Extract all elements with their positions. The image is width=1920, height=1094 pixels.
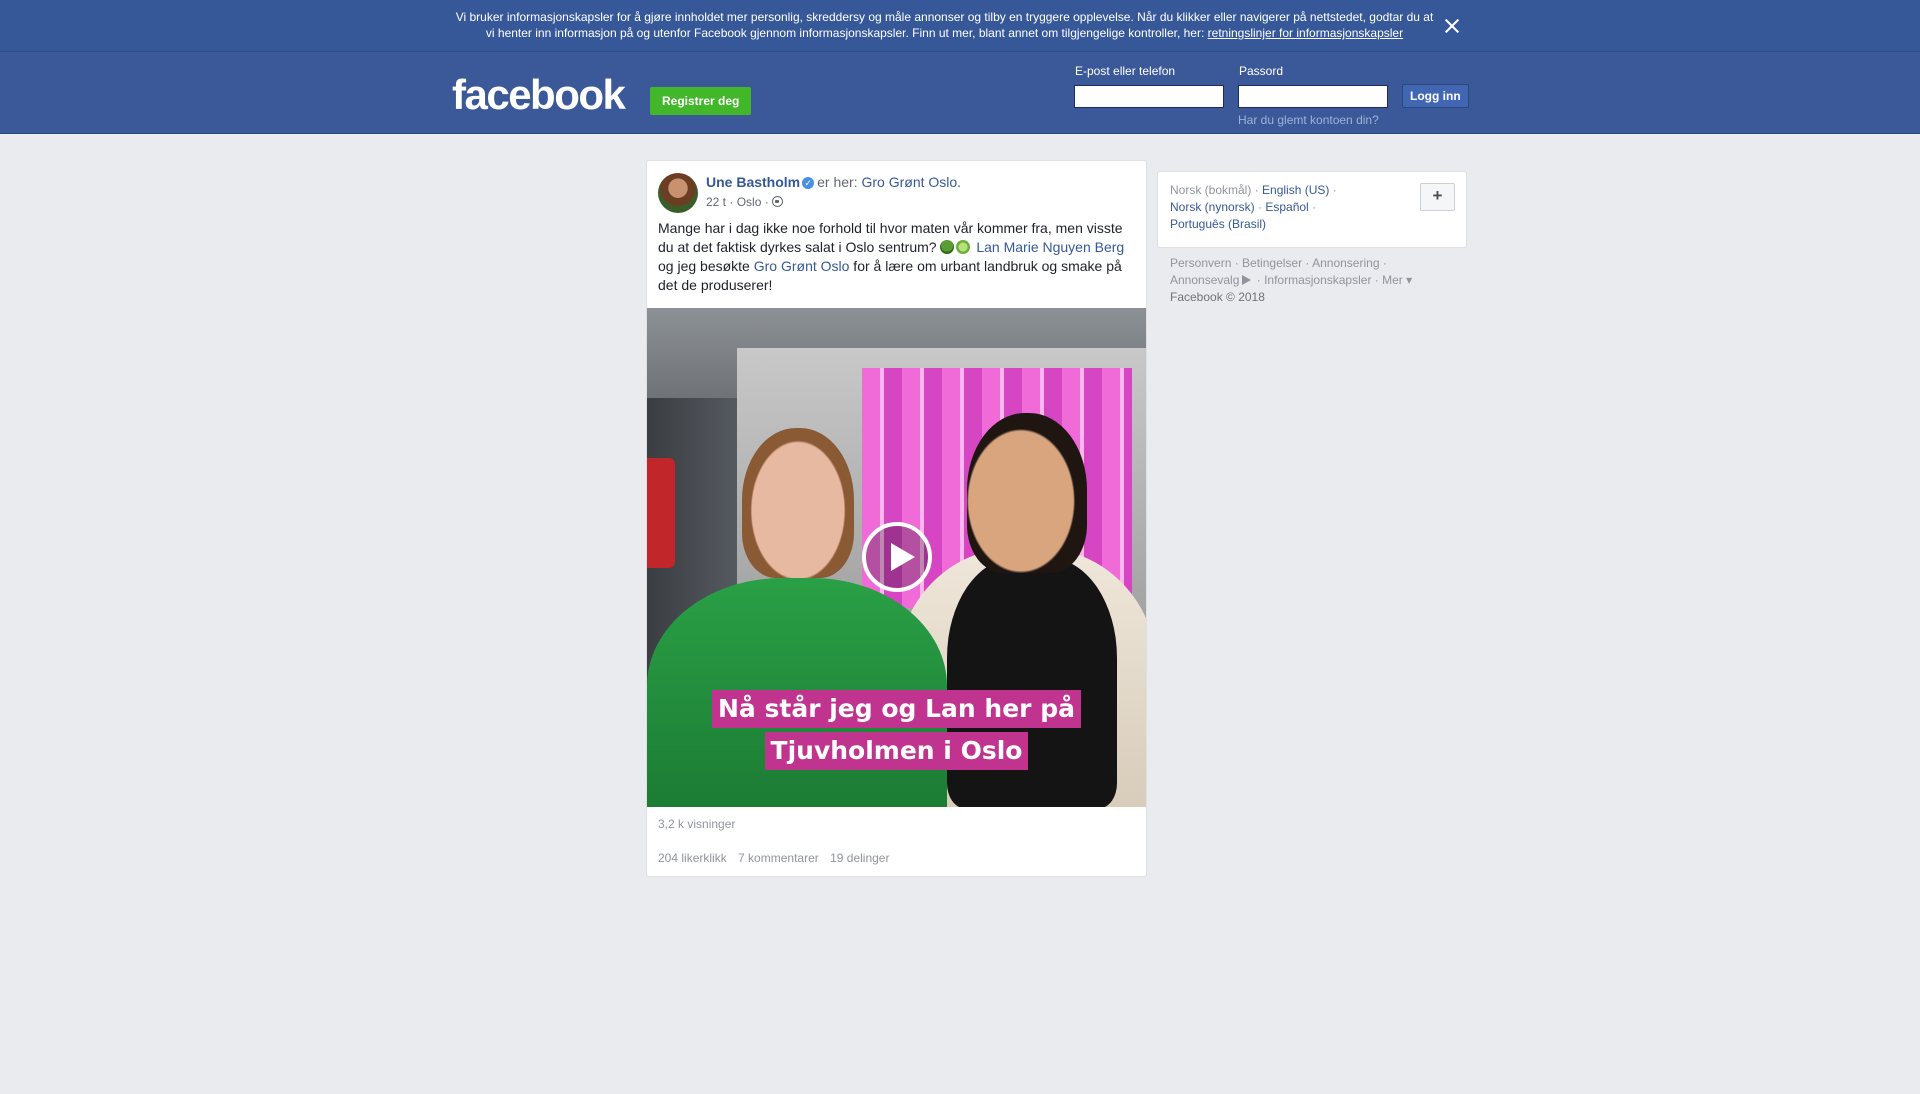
email-field[interactable] (1074, 85, 1224, 108)
post-location[interactable]: Oslo (737, 195, 762, 209)
herb-emoji-icon (956, 240, 971, 254)
register-button[interactable]: Registrer deg (650, 87, 752, 115)
globe-icon[interactable] (772, 196, 784, 207)
password-field[interactable] (1238, 85, 1388, 108)
place-link[interactable]: Gro Grønt Oslo. (861, 174, 961, 190)
video-person-right-face (967, 413, 1087, 573)
password-label: Passord (1239, 64, 1284, 78)
post-meta: 22 t · Oslo · (706, 195, 784, 209)
footer-links: Personvern · Betingelser · Annonsering ·… (1170, 256, 1413, 304)
more-languages-button[interactable]: + (1420, 183, 1455, 211)
cookie-policy-link[interactable]: retningslinjer for informasjonskapsler (1208, 26, 1403, 40)
top-header: facebook Registrer deg E-post eller tele… (0, 52, 1920, 134)
video-caption-line1-text: Nå står jeg og Lan her på (712, 690, 1081, 728)
post-header: Une Bastholm ✓ er her: Gro Grønt Oslo. (706, 173, 961, 191)
avatar[interactable] (658, 173, 698, 213)
broccoli-emoji-icon (940, 240, 955, 254)
checkin-prefix: er her: (817, 174, 858, 190)
post-timestamp[interactable]: 22 t (706, 195, 726, 209)
footer-cookies-link[interactable]: Informasjonskapsler (1264, 273, 1371, 287)
video-caption-line2: Tjuvholmen i Oslo (647, 732, 1146, 770)
language-nynorsk[interactable]: Norsk (nynorsk) (1170, 200, 1255, 214)
tagged-person-link[interactable]: Lan Marie Nguyen Berg (976, 239, 1124, 255)
language-portuguese[interactable]: Português (Brasil) (1170, 217, 1266, 231)
language-current: Norsk (bokmål) (1170, 183, 1252, 197)
footer-privacy-link[interactable]: Personvern (1170, 256, 1231, 270)
copyright: Facebook © 2018 (1170, 290, 1265, 304)
post-text-part2: og jeg besøkte (658, 258, 754, 274)
close-icon[interactable] (1442, 16, 1462, 36)
facebook-logo[interactable]: facebook (452, 74, 626, 116)
verified-badge-icon: ✓ (802, 177, 815, 189)
footer-more-link[interactable]: Mer (1382, 273, 1403, 287)
like-count[interactable]: 204 likerklikk (658, 851, 727, 865)
video-caption-line1: Nå står jeg og Lan her på (647, 690, 1146, 728)
cookie-banner-text: Vi bruker informasjonskapsler for å gjør… (452, 9, 1437, 41)
cookie-banner: Vi bruker informasjonskapsler for å gjør… (0, 0, 1920, 52)
play-icon[interactable] (862, 522, 932, 592)
forgot-account-link[interactable]: Har du glemt kontoen din? (1238, 113, 1379, 127)
video-caption-line2-text: Tjuvholmen i Oslo (764, 732, 1029, 770)
video-bus (647, 458, 675, 568)
footer-advertising-link[interactable]: Annonsering (1312, 256, 1379, 270)
post-stats: 204 likerklikk 7 kommentarer 19 delinger (658, 851, 897, 865)
video-player[interactable]: Nå står jeg og Lan her på Tjuvholmen i O… (647, 308, 1146, 807)
post-card: Une Bastholm ✓ er her: Gro Grønt Oslo. 22 … (646, 160, 1147, 877)
adchoices-icon (1242, 275, 1252, 285)
view-count: 3,2 k visninger (658, 817, 736, 831)
language-box: Norsk (bokmål) · English (US) · Norsk (n… (1157, 171, 1467, 248)
language-spanish[interactable]: Español (1265, 200, 1308, 214)
login-button[interactable]: Logg inn (1402, 84, 1469, 108)
footer-adchoices-link[interactable]: Annonsevalg (1170, 273, 1239, 287)
language-english[interactable]: English (US) (1262, 183, 1329, 197)
language-list: Norsk (bokmål) · English (US) · Norsk (n… (1170, 183, 1337, 231)
tagged-page-link[interactable]: Gro Grønt Oslo (754, 258, 850, 274)
comment-count[interactable]: 7 kommentarer (738, 851, 819, 865)
author-link[interactable]: Une Bastholm (706, 174, 800, 190)
share-count[interactable]: 19 delinger (830, 851, 889, 865)
email-label: E-post eller telefon (1075, 64, 1176, 78)
video-person-left-face (742, 428, 854, 578)
post-text: Mange har i dag ikke noe forhold til hvo… (658, 219, 1138, 295)
footer-terms-link[interactable]: Betingelser (1242, 256, 1302, 270)
